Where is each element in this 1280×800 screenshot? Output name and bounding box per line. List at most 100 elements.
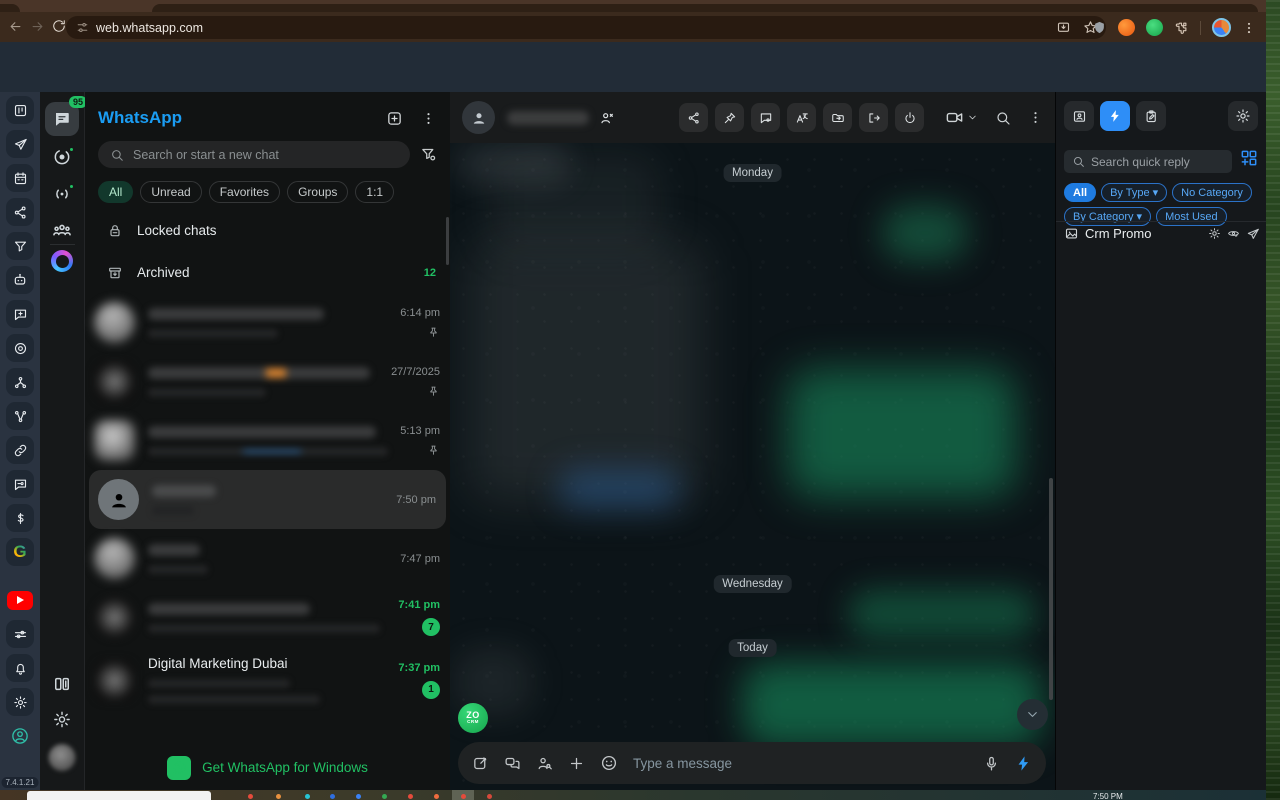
filter-unread[interactable]: Unread xyxy=(140,181,201,203)
site-settings-icon[interactable] xyxy=(76,21,89,34)
contact-key-icon[interactable] xyxy=(536,755,553,772)
attach-plus-icon[interactable] xyxy=(568,755,585,772)
merge-icon[interactable] xyxy=(6,402,34,430)
url-bar[interactable]: web.whatsapp.com xyxy=(66,16,1106,39)
browser-tab-partial[interactable] xyxy=(0,4,20,12)
filter-groups[interactable]: Groups xyxy=(287,181,348,203)
qr-filter-by-category[interactable]: By Category▾ xyxy=(1064,207,1151,226)
crm-message-settings-button[interactable] xyxy=(751,103,780,132)
emoji-icon[interactable] xyxy=(600,754,618,772)
extension-green-icon[interactable] xyxy=(1146,19,1163,36)
video-call-button[interactable] xyxy=(945,108,978,127)
chat-list-scrollbar[interactable] xyxy=(446,217,449,265)
tab-contacts[interactable] xyxy=(1064,101,1094,131)
qr-filter-no-category[interactable]: No Category xyxy=(1172,183,1252,202)
taskbar-app-icon[interactable] xyxy=(408,794,413,799)
chat-list-menu-icon[interactable] xyxy=(421,111,436,126)
quick-send-bolt-icon[interactable] xyxy=(1015,755,1032,772)
taskbar-app-icon[interactable] xyxy=(330,794,335,799)
filter-1-1[interactable]: 1:1 xyxy=(355,181,394,203)
person-add-icon[interactable] xyxy=(599,110,615,126)
sliders-icon[interactable] xyxy=(6,620,34,648)
url-text[interactable]: web.whatsapp.com xyxy=(96,21,203,35)
filter-all[interactable]: All xyxy=(98,181,133,203)
back-icon[interactable] xyxy=(8,19,24,35)
taskbar-app-icon[interactable] xyxy=(305,794,310,799)
target-icon[interactable] xyxy=(6,334,34,362)
settings-button[interactable] xyxy=(53,710,72,729)
gear-plus-icon[interactable] xyxy=(6,688,34,716)
chat-search-input[interactable]: Search or start a new chat xyxy=(98,141,410,168)
channels-tab[interactable] xyxy=(52,184,72,204)
google-icon[interactable]: G xyxy=(6,538,34,566)
shield-icon[interactable] xyxy=(1092,20,1107,35)
power-button[interactable] xyxy=(895,103,924,132)
chat-row[interactable]: 7:41 pm 7 xyxy=(85,588,450,647)
qr-filter-all[interactable]: All xyxy=(1064,183,1096,202)
funnel-icon[interactable] xyxy=(6,232,34,260)
communities-tab[interactable] xyxy=(52,220,73,241)
profile-icon[interactable] xyxy=(6,722,34,750)
taskbar-app-icon[interactable] xyxy=(248,794,253,799)
filter-gear-icon[interactable] xyxy=(420,146,437,163)
conversation-menu-icon[interactable] xyxy=(1028,110,1043,125)
taskbar-app-icon[interactable] xyxy=(382,794,387,799)
profile-avatar-chrome[interactable] xyxy=(1212,18,1231,37)
contact-avatar[interactable] xyxy=(462,101,495,134)
filter-favorites[interactable]: Favorites xyxy=(209,181,280,203)
archived-row[interactable]: Archived 12 xyxy=(85,258,450,287)
robot-icon[interactable] xyxy=(6,266,34,294)
status-tab[interactable] xyxy=(52,147,72,167)
mic-icon[interactable] xyxy=(983,755,1000,772)
taskbar-app-icon[interactable] xyxy=(276,794,281,799)
taskbar-app-icon[interactable] xyxy=(434,794,439,799)
share-nodes-icon[interactable] xyxy=(6,198,34,226)
message-input-bar[interactable]: Type a message xyxy=(458,742,1046,784)
conversation-header[interactable] xyxy=(450,92,1055,143)
chat-row[interactable]: 6:14 pm xyxy=(85,293,450,352)
panels-button[interactable] xyxy=(52,674,72,694)
qr-filter-most-used[interactable]: Most Used xyxy=(1156,207,1227,226)
install-icon[interactable] xyxy=(1056,20,1071,35)
item-settings-icon[interactable] xyxy=(1208,227,1221,240)
taskbar-app-icon[interactable] xyxy=(487,794,492,799)
quick-replies-icon[interactable] xyxy=(504,755,521,772)
quick-reply-settings-button[interactable] xyxy=(1228,101,1258,131)
chat-support-icon[interactable] xyxy=(6,470,34,498)
chat-row[interactable]: 7:47 pm xyxy=(85,529,450,588)
chat-row-selected[interactable]: 7:50 pm xyxy=(89,470,446,529)
taskbar-app-icon[interactable] xyxy=(461,794,466,799)
send-item-icon[interactable] xyxy=(1246,227,1260,241)
conversation-search-icon[interactable] xyxy=(995,110,1011,126)
crm-floating-button[interactable]: ZO CRM xyxy=(458,703,488,733)
scroll-to-bottom-button[interactable] xyxy=(1017,699,1048,730)
folder-export-button[interactable] xyxy=(823,103,852,132)
kanban-icon[interactable] xyxy=(6,96,34,124)
send-icon[interactable] xyxy=(6,130,34,158)
crm-share-button[interactable] xyxy=(679,103,708,132)
chrome-menu-icon[interactable] xyxy=(1242,21,1256,35)
chat-row[interactable]: 5:13 pm xyxy=(85,411,450,470)
compose-template-icon[interactable] xyxy=(472,755,489,772)
chat-row[interactable]: Digital Marketing Dubai 7:37 pm 1 xyxy=(85,647,450,713)
locked-chats-row[interactable]: Locked chats xyxy=(85,216,450,245)
message-plus-icon[interactable] xyxy=(6,300,34,328)
quick-reply-search-input[interactable]: Search quick reply xyxy=(1064,150,1232,173)
get-whatsapp-banner[interactable]: Get WhatsApp for Windows xyxy=(85,745,450,790)
preview-edit-icon[interactable] xyxy=(1227,227,1240,240)
messages-scrollbar[interactable] xyxy=(1049,478,1053,700)
translate-button[interactable] xyxy=(787,103,816,132)
meta-ai-tab[interactable] xyxy=(51,250,73,272)
messages-area[interactable]: Monday Wednesday Today ZO CRM xyxy=(450,143,1055,790)
forward-icon[interactable] xyxy=(30,19,46,35)
tab-notes[interactable] xyxy=(1136,101,1166,131)
browser-tab-active[interactable] xyxy=(152,4,1258,12)
youtube-icon[interactable] xyxy=(6,586,34,614)
tab-quick-replies[interactable] xyxy=(1100,101,1130,131)
chat-row[interactable]: 27/7/2025 xyxy=(85,352,450,411)
qr-filter-by-type[interactable]: By Type▾ xyxy=(1101,183,1167,202)
leave-button[interactable] xyxy=(859,103,888,132)
tab-strip[interactable] xyxy=(0,0,1266,12)
bell-icon[interactable] xyxy=(6,654,34,682)
profile-avatar[interactable] xyxy=(49,744,76,771)
